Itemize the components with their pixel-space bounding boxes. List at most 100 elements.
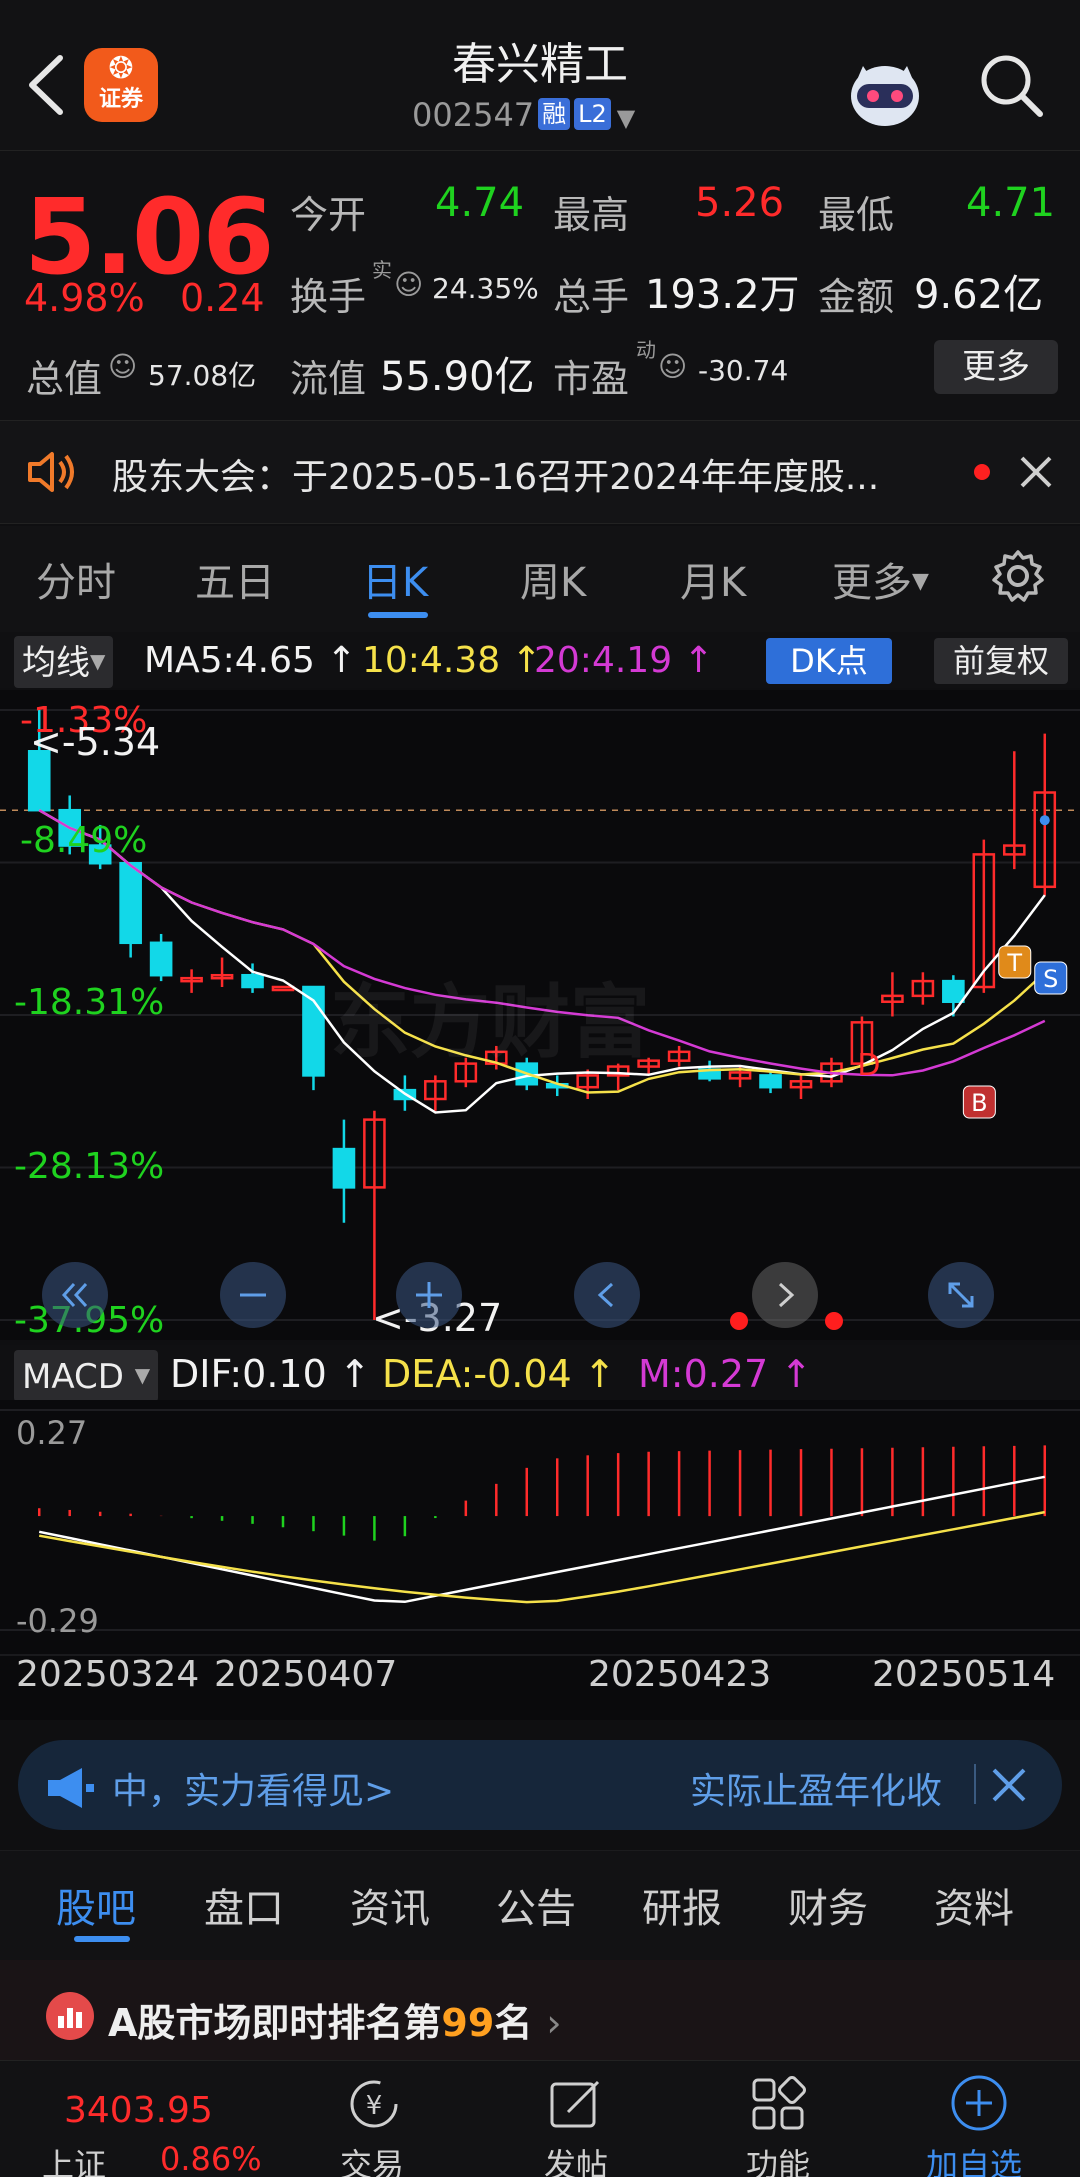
tab-research[interactable]: 研报 (642, 1876, 722, 1934)
info-circle-icon[interactable]: ☺ (394, 268, 423, 301)
date-label-4: 20250514 (872, 1654, 1056, 1695)
tab-underline (368, 612, 428, 618)
tab-profile[interactable]: 资料 (934, 1876, 1014, 1934)
close-icon[interactable] (990, 1766, 1028, 1808)
nav-post[interactable]: 发帖 (544, 2140, 608, 2177)
candle-body (241, 973, 264, 989)
nav-add-watchlist[interactable]: 加自选 (926, 2140, 1022, 2177)
svg-text:¥: ¥ (366, 2091, 383, 2121)
candle-body (759, 1074, 782, 1089)
unread-dot (974, 464, 990, 480)
tab-announcement[interactable]: 公告 (496, 1876, 576, 1934)
chevron-left-icon (597, 1282, 614, 1308)
tab-weekly-k[interactable]: 周K (520, 550, 586, 608)
volume-value: 193.2万 (645, 272, 800, 318)
plus-icon (416, 1282, 442, 1308)
tab-daily-k[interactable]: 日K (362, 550, 428, 608)
zoom-out-button[interactable] (220, 1262, 286, 1328)
tab-more[interactable]: 更多▼ (832, 550, 929, 608)
add-watchlist-icon[interactable] (948, 2072, 1010, 2138)
next-button[interactable] (752, 1262, 818, 1328)
candle-body (149, 941, 173, 977)
dropdown-triangle-icon: ▼ (616, 104, 636, 132)
pct-label-4: -28.13% (14, 1146, 165, 1187)
tab-monthly-k[interactable]: 月K (680, 550, 746, 608)
minus-icon (240, 1293, 266, 1297)
prev-button[interactable] (574, 1262, 640, 1328)
more-quote-button[interactable]: 更多 (934, 340, 1058, 394)
robot-assistant-icon[interactable] (843, 52, 927, 132)
tab-news[interactable]: 资讯 (350, 1876, 430, 1934)
nav-function[interactable]: 功能 (746, 2140, 810, 2177)
function-grid-icon[interactable] (748, 2074, 808, 2138)
dk-point-button[interactable]: DK点 (766, 638, 892, 684)
dropdown-triangle-icon: ▼ (134, 1363, 151, 1387)
marker-s-text: S (1043, 965, 1058, 993)
candle-body (271, 985, 295, 992)
rewind-button[interactable] (42, 1262, 108, 1328)
tab-pankou[interactable]: 盘口 (204, 1876, 284, 1934)
tab-five-day[interactable]: 五日 (195, 550, 275, 608)
tab-finance[interactable]: 财务 (788, 1876, 868, 1934)
rank-text[interactable]: A股市场即时排名第99名 › (108, 1992, 562, 2047)
search-icon[interactable] (976, 50, 1046, 120)
macd-min-label: -0.29 (16, 1602, 99, 1640)
candle-body (332, 1147, 356, 1189)
index-value[interactable]: 3403.95 (64, 2090, 213, 2131)
marker-t-text: T (1006, 949, 1022, 977)
macd-select[interactable]: MACD ▼ (14, 1350, 159, 1402)
adjust-mode-button[interactable]: 前复权 (934, 638, 1068, 684)
turnover-label: 换手 (290, 275, 367, 319)
indicator-dot-right (825, 1312, 843, 1330)
gear-icon[interactable] (990, 548, 1046, 608)
ma20-value: 20:4.19 ↑ (534, 640, 714, 681)
securities-badge[interactable]: ❂ 证券 (84, 48, 158, 122)
open-value: 4.74 (435, 180, 525, 226)
high-label: 最高 (553, 193, 630, 237)
m-value: M:0.27 ↑ (638, 1352, 813, 1396)
trade-icon[interactable]: ¥ (342, 2074, 406, 2138)
dea-line (38, 1510, 1046, 1604)
watermark: 东方财富 (330, 976, 650, 1069)
megaphone-icon (44, 1766, 96, 1814)
info-circle-icon[interactable]: ☺ (658, 350, 687, 383)
mktcap-value: 57.08亿 (148, 359, 257, 392)
pe-label: 市盈 (553, 357, 630, 401)
volume-label: 总手 (553, 275, 630, 319)
ad-divider (974, 1764, 976, 1804)
pe-value: -30.74 (698, 354, 789, 387)
zoom-in-button[interactable] (396, 1262, 462, 1328)
pct-label-3: -18.31% (14, 982, 165, 1023)
stock-code-row[interactable]: 002547 融 L2 ▼ (412, 96, 635, 140)
tab-intraday[interactable]: 分时 (36, 550, 116, 608)
amount-label: 金额 (818, 275, 895, 319)
fullscreen-button[interactable] (928, 1262, 994, 1328)
close-icon[interactable] (1016, 452, 1056, 496)
info-circle-icon[interactable]: ☺ (108, 350, 137, 383)
index-name[interactable]: 上证 (42, 2140, 106, 2177)
rank-chart-icon (46, 1992, 94, 2040)
change-amount: 0.24 (180, 276, 265, 320)
change-percent: 4.98% (24, 276, 145, 320)
tab-guba[interactable]: 股吧 (56, 1876, 136, 1934)
chevron-right-icon: › (546, 2001, 562, 2045)
back-arrow-icon[interactable] (22, 50, 72, 120)
speaker-icon (26, 448, 82, 500)
pct-label-2: -8.49% (20, 820, 148, 861)
ma-select[interactable]: 均线▼ (14, 636, 114, 688)
notice-text[interactable]: 股东大会：于2025-05-16召开2024年年度股... (112, 448, 879, 500)
mktcap-label: 总值 (26, 357, 103, 401)
stock-name: 春兴精工 (452, 39, 628, 90)
post-icon[interactable] (546, 2074, 606, 2138)
ad-text-left[interactable]: 中，实力看得见> (112, 1762, 394, 1814)
float-label: 流值 (290, 357, 367, 401)
date-label-1: 20250324 (16, 1654, 200, 1695)
amount-value: 9.62亿 (914, 272, 1044, 318)
nav-trade[interactable]: 交易 (340, 2140, 404, 2177)
high-value: 5.26 (695, 180, 785, 226)
marker-b-text: B (971, 1089, 987, 1117)
ad-text-right[interactable]: 实际止盈年化收 (690, 1762, 942, 1814)
open-label: 今开 (290, 193, 367, 237)
date-label-2: 20250407 (214, 1654, 398, 1695)
tab-underline (74, 1936, 130, 1942)
